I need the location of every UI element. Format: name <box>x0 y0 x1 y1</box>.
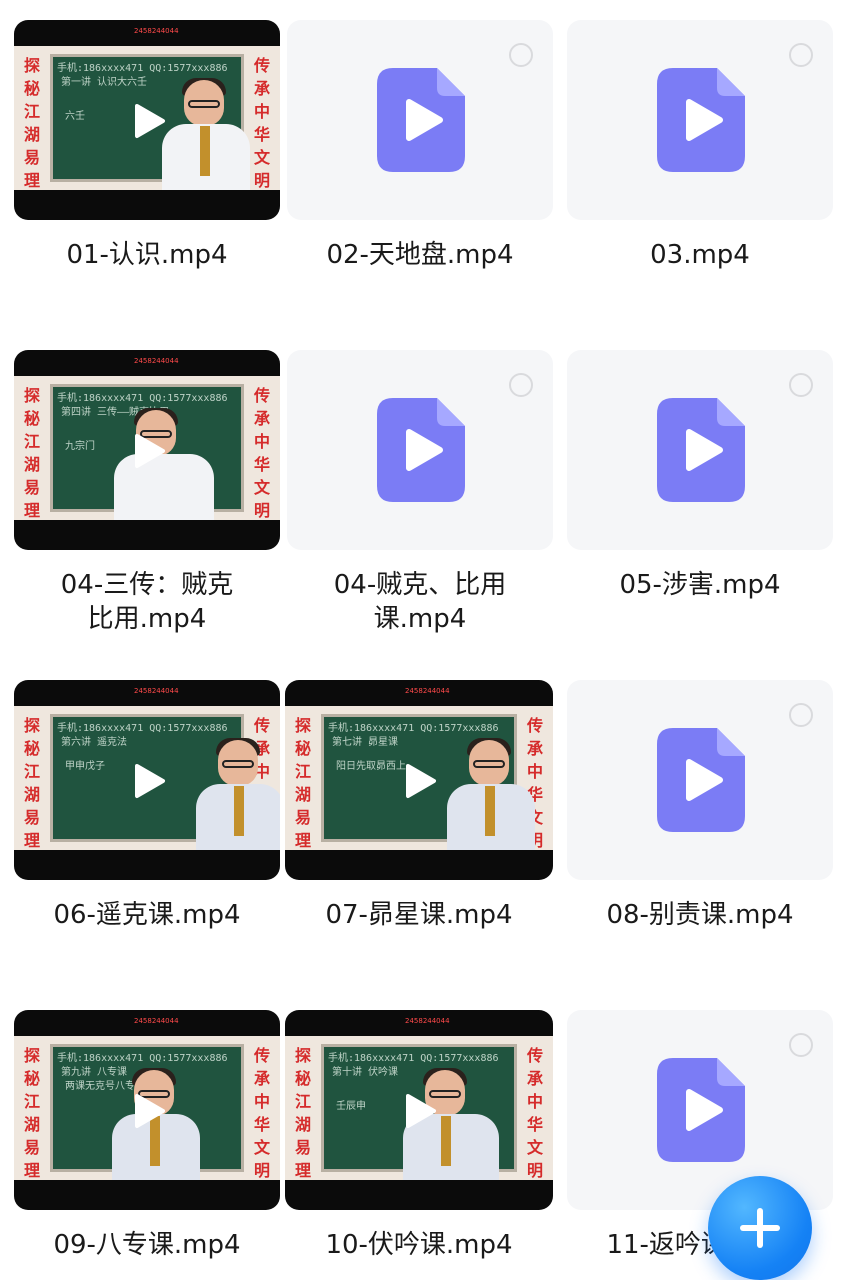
banner-right: 传承中华文明 <box>253 56 270 190</box>
play-icon <box>135 1094 165 1128</box>
thumbnail-strip-text: 2458244044 <box>405 687 450 695</box>
thumbnail-strip-text: 2458244044 <box>134 1017 179 1025</box>
select-checkbox[interactable] <box>789 1033 813 1057</box>
play-icon <box>406 764 436 798</box>
board-text: 壬辰申 <box>336 1101 366 1112</box>
teacher-figure <box>162 78 250 190</box>
banner-right: 传承中华文明 <box>253 1046 270 1180</box>
video-file-icon <box>377 68 465 172</box>
file-thumbnail[interactable] <box>287 20 553 220</box>
add-button[interactable] <box>708 1176 812 1280</box>
file-name: 04-三传：贼克比用.mp4 <box>60 570 234 634</box>
play-icon <box>135 764 165 798</box>
file-name: 05-涉害.mp4 <box>619 570 781 600</box>
video-file-icon <box>657 398 745 502</box>
file-thumbnail[interactable] <box>287 350 553 550</box>
select-checkbox[interactable] <box>789 43 813 67</box>
banner-left: 探秘江湖易理 <box>294 716 311 850</box>
video-file-icon <box>657 68 745 172</box>
select-checkbox[interactable] <box>509 373 533 397</box>
board-text: 阳日先取昴西上 <box>336 761 406 772</box>
plus-icon <box>757 1208 763 1248</box>
teacher-figure <box>196 738 280 850</box>
board-text: 手机:186xxxx471 QQ:1577xxx886 <box>328 723 499 734</box>
play-icon <box>406 1094 436 1128</box>
board-text: 六壬 <box>65 111 85 122</box>
file-thumbnail[interactable] <box>567 1010 833 1210</box>
select-checkbox[interactable] <box>789 703 813 727</box>
video-thumbnail[interactable]: 2458244044 探秘江湖易理 传承中华文明 手机:186xxxx471 Q… <box>14 1010 280 1210</box>
thumbnail-strip-text: 2458244044 <box>134 357 179 365</box>
play-icon <box>135 434 165 468</box>
banner-left: 探秘江湖易理 <box>23 716 40 850</box>
board-text: 第一讲 认识大六壬 <box>61 77 148 88</box>
video-thumbnail[interactable]: 2458244044 探秘江湖易理 传承中华文明 手机:186xxxx471 Q… <box>14 350 280 550</box>
file-name: 03.mp4 <box>650 240 750 270</box>
select-checkbox[interactable] <box>789 373 813 397</box>
video-file-icon <box>657 1058 745 1162</box>
file-thumbnail[interactable] <box>567 20 833 220</box>
file-thumbnail[interactable] <box>567 680 833 880</box>
video-thumbnail[interactable]: 2458244044 探秘江湖易理 传承中华文明 手机:186xxxx471 Q… <box>14 680 280 880</box>
file-name: 01-认识.mp4 <box>66 240 228 270</box>
banner-left: 探秘江湖易理 <box>23 1046 40 1180</box>
board-text: 第七讲 昴星课 <box>332 737 399 748</box>
file-name: 02-天地盘.mp4 <box>326 240 514 270</box>
board-text: 第六讲 遥克法 <box>61 737 128 748</box>
thumbnail-strip-text: 2458244044 <box>134 27 179 35</box>
video-file-icon <box>657 728 745 832</box>
banner-right: 传承中华文明 <box>253 386 270 520</box>
banner-left: 探秘江湖易理 <box>23 56 40 190</box>
select-checkbox[interactable] <box>509 43 533 67</box>
file-name: 06-遥克课.mp4 <box>53 900 241 930</box>
board-text: 手机:186xxxx471 QQ:1577xxx886 <box>57 1053 228 1064</box>
play-icon <box>135 104 165 138</box>
board-text: 九宗门 <box>65 441 95 452</box>
video-thumbnail[interactable]: 2458244044 探秘江湖易理 传承中华文明 手机:186xxxx471 Q… <box>14 20 280 220</box>
board-text: 手机:186xxxx471 QQ:1577xxx886 <box>57 63 228 74</box>
board-text: 手机:186xxxx471 QQ:1577xxx886 <box>57 393 228 404</box>
video-thumbnail[interactable]: 2458244044 探秘江湖易理 传承中华文明 手机:186xxxx471 Q… <box>285 1010 553 1210</box>
thumbnail-strip-text: 2458244044 <box>405 1017 450 1025</box>
board-text: 手机:186xxxx471 QQ:1577xxx886 <box>57 723 228 734</box>
file-name: 10-伏吟课.mp4 <box>325 1230 513 1260</box>
file-thumbnail[interactable] <box>567 350 833 550</box>
file-grid: 2458244044 探秘江湖易理 传承中华文明 手机:186xxxx471 Q… <box>0 0 846 1280</box>
board-text: 第十讲 伏吟课 <box>332 1067 399 1078</box>
board-text: 甲申戊子 <box>65 761 105 772</box>
banner-left: 探秘江湖易理 <box>294 1046 311 1180</box>
file-name: 04-贼克、比用课.mp4 <box>333 570 507 634</box>
video-thumbnail[interactable]: 2458244044 探秘江湖易理 传承中华文明 手机:186xxxx471 Q… <box>285 680 553 880</box>
file-name: 07-昴星课.mp4 <box>325 900 513 930</box>
video-file-icon <box>377 398 465 502</box>
file-name: 09-八专课.mp4 <box>53 1230 241 1260</box>
banner-right: 传承中华文明 <box>526 1046 543 1180</box>
teacher-figure <box>447 738 535 850</box>
file-name: 08-别责课.mp4 <box>606 900 794 930</box>
banner-left: 探秘江湖易理 <box>23 386 40 520</box>
thumbnail-strip-text: 2458244044 <box>134 687 179 695</box>
board-text: 手机:186xxxx471 QQ:1577xxx886 <box>328 1053 499 1064</box>
